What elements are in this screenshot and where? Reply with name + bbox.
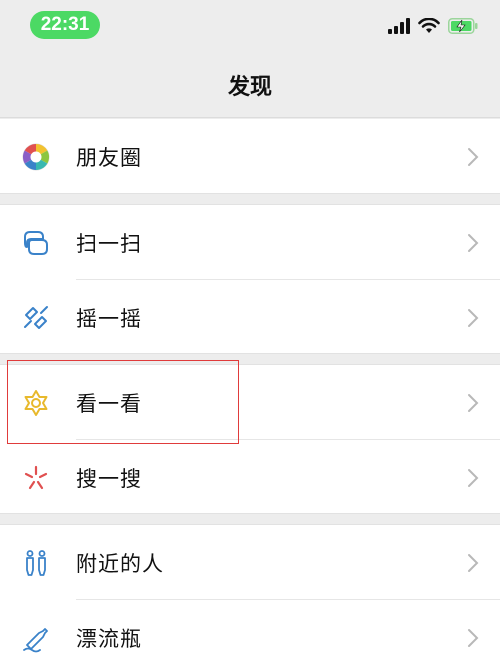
group-stories-search: 看一看 搜一搜 — [0, 364, 500, 514]
nav-bar: 发现 — [0, 52, 500, 118]
chevron-right-icon — [468, 393, 479, 412]
list-item-search[interactable]: 搜一搜 — [0, 440, 500, 515]
wifi-icon — [418, 18, 440, 33]
top-stories-icon — [20, 387, 52, 419]
status-bar: 22:31 — [0, 0, 500, 52]
moments-icon — [20, 141, 52, 173]
list-item-label: 附近的人 — [76, 551, 164, 576]
group-scan-shake: 扫一扫 摇一摇 — [0, 204, 500, 354]
list-item-top-stories[interactable]: 看一看 — [0, 365, 500, 440]
group-nearby-bottle: 附近的人 漂流瓶 — [0, 524, 500, 671]
list-item-label: 朋友圈 — [76, 145, 142, 170]
shake-icon — [20, 302, 52, 334]
battery-charging-icon — [448, 18, 478, 34]
list-item-scan[interactable]: 扫一扫 — [0, 205, 500, 280]
chevron-right-icon — [468, 308, 479, 327]
signal-icon — [388, 18, 410, 34]
chevron-right-icon — [468, 233, 479, 252]
list-item-label: 扫一扫 — [76, 231, 142, 256]
list-item-label: 搜一搜 — [76, 466, 142, 491]
list-item-people-nearby[interactable]: 附近的人 — [0, 525, 500, 600]
scan-icon — [20, 227, 52, 259]
search-icon — [20, 462, 52, 494]
page-title: 发现 — [227, 74, 272, 100]
group-moments: 朋友圈 — [0, 119, 500, 194]
people-nearby-icon — [20, 547, 52, 579]
list-item-moments[interactable]: 朋友圈 — [0, 119, 500, 194]
chevron-right-icon — [468, 468, 479, 487]
status-icons — [388, 18, 478, 34]
list-item-shake[interactable]: 摇一摇 — [0, 280, 500, 355]
drift-bottle-icon — [20, 622, 52, 654]
list-item-label: 摇一摇 — [76, 306, 142, 331]
chevron-right-icon — [468, 147, 479, 166]
list-item-label: 看一看 — [76, 391, 142, 416]
status-time[interactable]: 22:31 — [30, 11, 100, 39]
list-item-drift-bottle[interactable]: 漂流瓶 — [0, 600, 500, 671]
list-item-label: 漂流瓶 — [76, 626, 142, 651]
chevron-right-icon — [468, 553, 479, 572]
chevron-right-icon — [468, 628, 479, 647]
